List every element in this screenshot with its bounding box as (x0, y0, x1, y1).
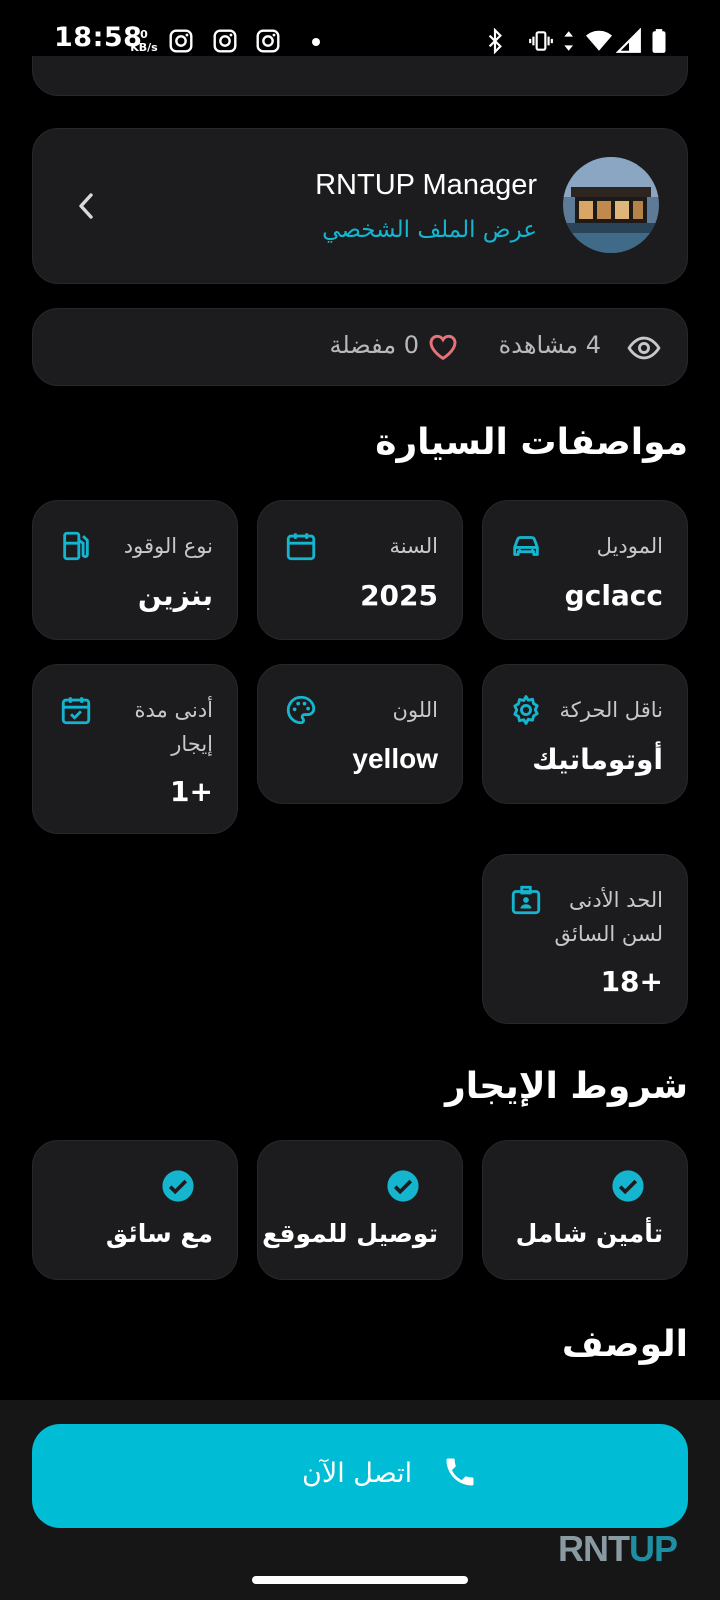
check-circle-icon (387, 1170, 419, 1202)
instagram-icon (169, 29, 193, 53)
term-label: تأمين شامل (515, 1219, 663, 1248)
spec-value: 2025 (360, 579, 438, 612)
spec-transmission: ناقل الحركة أوتوماتيك (482, 664, 688, 804)
spec-value: +1 (170, 775, 213, 808)
calendar-check-icon (61, 697, 91, 725)
network-speed: 0 KB/s (130, 28, 158, 54)
chevron-left-icon[interactable] (73, 189, 99, 223)
stats-card: 4 مشاهدة 0 مفضلة (32, 308, 688, 386)
call-now-button[interactable]: اتصل الآن (32, 1424, 688, 1528)
spec-fuel: نوع الوقود بنزين (32, 500, 238, 640)
spec-min-rental: أدنى مدة إيجار +1 (32, 664, 238, 834)
eye-icon (627, 336, 661, 360)
spec-label: الحد الأدنى لسن السائق (554, 888, 663, 946)
fuel-pump-icon (63, 531, 89, 561)
terms-title: شروط الإيجار (445, 1066, 688, 1107)
spec-label: السنة (389, 534, 438, 558)
spec-label: نوع الوقود (123, 534, 213, 558)
id-badge-icon (511, 885, 541, 915)
owner-name: RNTUP Manager (315, 169, 537, 201)
gear-icon (513, 695, 539, 725)
term-item: تأمين شامل (482, 1140, 688, 1280)
check-circle-icon (162, 1170, 194, 1202)
specs-title: مواصفات السيارة (375, 422, 688, 463)
owner-profile-card[interactable]: RNTUP Manager عرض الملف الشخصي (32, 128, 688, 284)
heart-icon[interactable] (427, 331, 459, 363)
spec-label: الموديل (596, 534, 663, 558)
description-title: الوصف (561, 1324, 688, 1365)
calendar-icon (286, 533, 316, 561)
view-profile-link[interactable]: عرض الملف الشخصي (322, 217, 537, 243)
spec-model: الموديل gclacc (482, 500, 688, 640)
phone-icon (446, 1458, 474, 1486)
spec-min-driver-age: الحد الأدنى لسن السائق +18 (482, 854, 688, 1024)
vibrate-icon (529, 31, 553, 51)
spec-value: yellow (352, 743, 438, 774)
bluetooth-icon (488, 28, 502, 54)
favorites-count: 0 مفضلة (329, 331, 419, 359)
spec-label: ناقل الحركة (559, 698, 664, 722)
term-label: توصيل للموقع (262, 1219, 438, 1248)
avatar (563, 157, 659, 253)
signal-icon (616, 28, 641, 53)
check-circle-icon (612, 1170, 644, 1202)
spec-label: أدنى مدة إيجار (134, 698, 213, 756)
term-item: توصيل للموقع (257, 1140, 463, 1280)
palette-icon (286, 695, 316, 725)
battery-icon (652, 29, 666, 53)
spec-value: gclacc (564, 579, 663, 612)
spec-value: +18 (600, 965, 663, 998)
spec-label: اللون (392, 698, 438, 722)
spec-year: السنة 2025 (257, 500, 463, 640)
call-button-label: اتصل الآن (302, 1458, 413, 1489)
home-indicator[interactable] (252, 1576, 468, 1584)
views-count: 4 مشاهدة (498, 331, 601, 359)
spec-value: بنزين (137, 579, 213, 612)
wifi-icon (586, 30, 612, 51)
spec-color: اللون yellow (257, 664, 463, 804)
rntup-logo: RNTUP (558, 1528, 678, 1569)
car-icon (513, 536, 539, 556)
instagram-icon (213, 29, 237, 53)
notification-dot-icon (312, 38, 320, 46)
data-arrows-icon (564, 31, 573, 51)
term-item: مع سائق (32, 1140, 238, 1280)
term-label: مع سائق (105, 1219, 213, 1248)
instagram-icon (256, 29, 280, 53)
previous-card (32, 56, 688, 96)
spec-value: أوتوماتيك (532, 743, 663, 776)
